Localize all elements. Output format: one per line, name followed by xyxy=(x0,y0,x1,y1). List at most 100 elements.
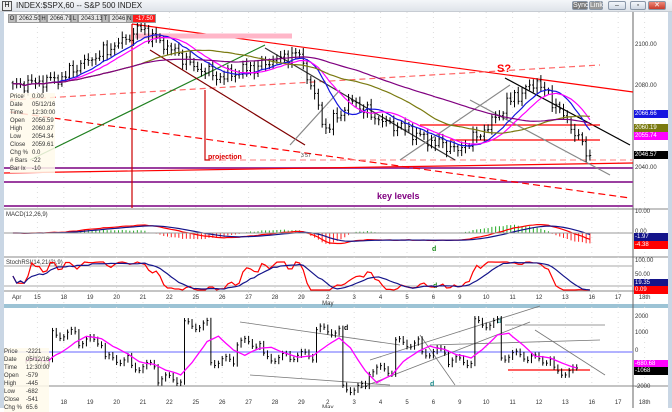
info-key: Close xyxy=(10,142,26,148)
date-label: 25 xyxy=(192,400,199,406)
indicator-bar xyxy=(108,352,111,360)
indicator-bar xyxy=(112,352,115,361)
indicator-bar xyxy=(134,362,137,373)
info-row: Low -682 xyxy=(4,388,49,396)
ohlc-bar xyxy=(471,126,475,152)
indicator-bar xyxy=(376,364,379,375)
macd-label: MACD(12,26,9) xyxy=(6,212,48,218)
indicator-bar xyxy=(380,362,382,370)
ohlc-bar xyxy=(19,78,22,88)
date-label: 18th xyxy=(639,295,651,301)
ohlc-bar xyxy=(437,132,441,148)
info-key: Bar Ix xyxy=(10,166,26,172)
price-badge: 2046.57 xyxy=(634,151,668,159)
date-label: 29 xyxy=(298,295,305,301)
indicator-bar xyxy=(315,326,318,363)
ohlc-bar xyxy=(283,49,286,64)
indicator-bar xyxy=(323,323,326,330)
info-key: High xyxy=(4,381,17,387)
info-key: # Bars xyxy=(10,158,28,164)
date-label: 6 xyxy=(432,400,436,406)
price-badge: 2055.74 xyxy=(634,132,668,140)
info-value: 2060.87 xyxy=(32,126,54,132)
date-label: 22 xyxy=(166,400,173,406)
info-value: -2221 xyxy=(26,349,42,355)
annotation-d-lower: d xyxy=(430,381,434,388)
info-value: -10 xyxy=(32,166,41,172)
ohlc-bar xyxy=(252,61,256,80)
info-row: Close 2059.61 xyxy=(10,141,55,149)
date-label: 17 xyxy=(615,400,622,406)
ohlc-bar xyxy=(75,64,79,78)
ohlc-bar xyxy=(343,107,347,122)
stoch-tick: 50.00 xyxy=(635,272,651,278)
indicator-bar xyxy=(202,320,205,331)
ohlc-bar xyxy=(71,60,75,78)
indicator-bar xyxy=(214,360,216,369)
indicator-bar xyxy=(365,380,367,390)
date-label: 29 xyxy=(298,400,305,406)
indicator-bar xyxy=(221,355,224,367)
stoch-badge: 0.09 xyxy=(634,286,668,294)
indicator-bar xyxy=(82,340,84,349)
indicator-bar xyxy=(334,330,337,338)
date-label: 16 xyxy=(588,295,595,301)
indicator-bar xyxy=(432,348,435,359)
lower-info-box: Price -2221 Date 05/12/16 Time 12:30:00 Open -5… xyxy=(4,348,50,412)
ohlc-bar xyxy=(581,132,584,146)
stoch-panel xyxy=(4,261,633,291)
info-value: 0.0 xyxy=(32,150,41,156)
ohlc-bar xyxy=(203,67,207,79)
indicator-bar xyxy=(85,336,88,347)
indicator-bar xyxy=(429,353,431,359)
indicator-bar xyxy=(493,317,496,328)
indicator-bar xyxy=(534,352,537,359)
ohlc-bar xyxy=(354,97,358,108)
date-label: 5 xyxy=(405,295,409,301)
info-key: Close xyxy=(4,397,20,403)
ohlc-bar xyxy=(513,89,516,108)
indicator-bar xyxy=(180,379,183,387)
info-key: Low xyxy=(4,389,16,395)
info-row: Date 05/12/16 xyxy=(10,101,55,109)
pane-splitter[interactable] xyxy=(4,304,668,308)
projection-bracket xyxy=(204,90,210,161)
ohlc-bar xyxy=(87,53,90,66)
indicator-bar xyxy=(402,336,405,345)
date-label: 22 xyxy=(166,295,173,301)
ohlc-bar xyxy=(377,116,381,126)
bar-info-box: Price 0.00 Date 05/12/16 Time 12:30:00 Open 205… xyxy=(10,93,56,173)
ohlc-bar xyxy=(501,111,505,121)
date-label: 11 xyxy=(509,295,516,301)
indicator-bar xyxy=(55,327,58,338)
info-value: 05/12/16 xyxy=(26,357,50,363)
indicator-bar xyxy=(191,319,194,329)
indicator-bar xyxy=(225,353,228,362)
price-tick: 2100.00 xyxy=(635,42,657,48)
info-value: -579 xyxy=(26,373,39,379)
ohlc-bar xyxy=(422,131,426,140)
lower-tick: -2000 xyxy=(635,384,651,390)
ohlc-bar xyxy=(403,117,407,136)
indicator-bar xyxy=(210,317,213,366)
indicator-bar xyxy=(59,332,62,342)
ohlc-bar xyxy=(230,64,233,82)
annotation-s-question: S? xyxy=(497,63,511,75)
indicator-bar xyxy=(67,329,69,340)
ohlc-bar xyxy=(222,70,226,85)
info-value: 12:30:00 xyxy=(32,110,56,116)
indicator-bar xyxy=(414,340,416,350)
ohlc-bar xyxy=(516,86,520,105)
date-label: 13 xyxy=(562,295,569,301)
indicator-bar xyxy=(199,325,201,333)
indicator-bar xyxy=(519,348,522,358)
ohlc-bar xyxy=(30,74,34,85)
ohlc-bar xyxy=(68,62,71,81)
indicator-bar xyxy=(131,352,133,369)
info-key: Open xyxy=(10,118,25,124)
indicator-bar xyxy=(387,366,390,377)
indicator-bar xyxy=(474,316,477,367)
ohlc-bar xyxy=(256,59,260,78)
date-label: 4 xyxy=(379,400,383,406)
indicator-bar xyxy=(564,372,567,378)
